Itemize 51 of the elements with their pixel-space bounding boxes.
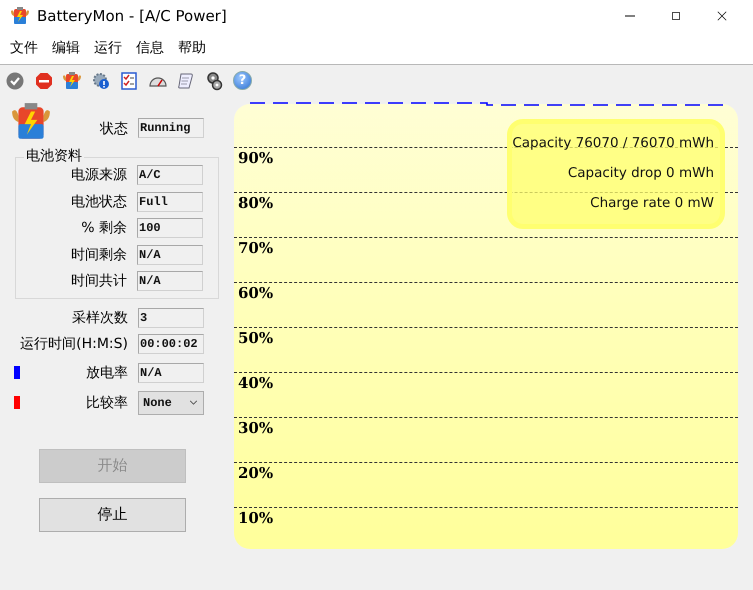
value-field: N/A	[137, 244, 203, 265]
dropdown[interactable]: None	[138, 390, 204, 414]
field-label: 时间剩余	[70, 246, 127, 264]
grid-label: 70%	[238, 239, 274, 257]
value-field: 100	[137, 218, 203, 238]
grid-label: 50%	[238, 329, 274, 347]
scroll-icon[interactable]	[176, 70, 196, 90]
stop-sign-icon[interactable]	[34, 70, 54, 90]
grid-label: 30%	[238, 419, 274, 437]
value-field: 3	[138, 308, 204, 328]
group-title: 电池资料	[24, 147, 84, 165]
grid-label: 40%	[238, 374, 274, 392]
action-button[interactable]: 停止	[39, 498, 186, 532]
grid-label: 60%	[238, 284, 274, 302]
menu-item[interactable]: 帮助	[171, 39, 213, 57]
field-label: 时间共计	[70, 272, 127, 290]
menu-item[interactable]: 运行	[87, 39, 129, 57]
field-label: 比较率	[85, 394, 128, 412]
field-label: 采样次数	[71, 308, 128, 327]
info-text: Capacity drop 0 mWh	[568, 165, 714, 181]
field-label: 放电率	[85, 364, 128, 382]
value-field: N/A	[138, 362, 204, 382]
value-field: 00:00:02	[138, 334, 204, 354]
value-field: Running	[138, 118, 204, 138]
grid-label: 80%	[238, 194, 274, 212]
battery-icon	[10, 6, 30, 26]
info-text: Charge rate 0 mW	[590, 195, 714, 211]
close-icon	[715, 9, 729, 23]
field-label: 电源来源	[70, 166, 127, 184]
field-label: % 剩余	[80, 219, 127, 238]
value-field: A/C	[137, 165, 203, 186]
check-icon[interactable]	[5, 70, 25, 90]
field-label: 电池状态	[70, 192, 127, 211]
menu-item[interactable]: 文件	[3, 39, 45, 57]
minimize-icon	[624, 15, 636, 17]
grid-label: 10%	[238, 509, 274, 527]
info-text: Capacity 76070 / 76070 mWh	[512, 135, 714, 151]
gear-icon[interactable]	[90, 70, 110, 90]
battery-icon[interactable]	[62, 70, 82, 90]
maximize-icon	[669, 9, 683, 23]
field-label: 状态	[99, 120, 128, 138]
menu-item[interactable]: 信息	[129, 39, 171, 57]
grid-label: 20%	[238, 464, 274, 482]
value-field: N/A	[137, 271, 203, 292]
grid-label: 90%	[238, 149, 274, 167]
value-field: Full	[137, 192, 203, 212]
window-title: BatteryMon - [A/C Power]	[37, 7, 227, 25]
field-label: 运行时间(H:M:S)	[19, 335, 128, 354]
gears-icon[interactable]	[204, 70, 224, 90]
menu-item[interactable]: 编辑	[45, 39, 87, 57]
checklist-icon[interactable]	[119, 70, 139, 90]
